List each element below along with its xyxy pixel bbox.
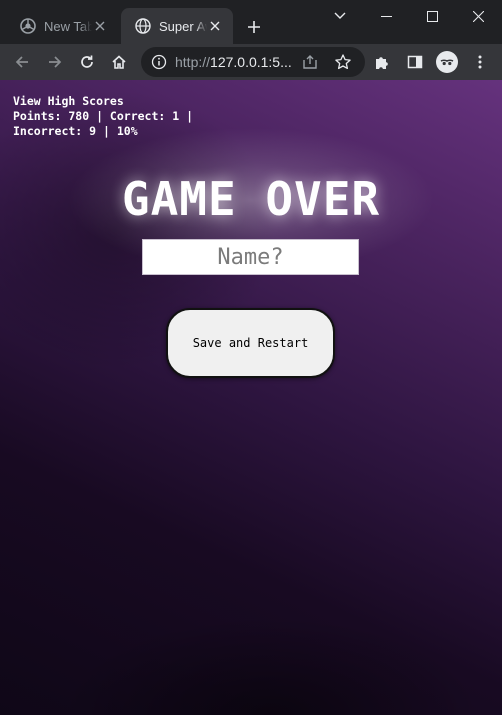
- info-icon[interactable]: [151, 54, 167, 70]
- save-and-restart-button[interactable]: Save and Restart: [166, 308, 335, 378]
- side-panel-icon: [407, 55, 423, 69]
- home-icon: [112, 55, 126, 69]
- browser-toolbar: http://127.0.0.1:5...: [0, 44, 502, 80]
- close-icon: [472, 10, 484, 22]
- game-over-title: GAME OVER: [121, 172, 381, 226]
- tab-super-aw[interactable]: Super Aw: [121, 8, 233, 44]
- url-scheme: http://: [175, 54, 211, 70]
- extensions-button[interactable]: [370, 50, 394, 74]
- address-bar[interactable]: http://127.0.0.1:5...: [141, 47, 365, 77]
- tab-strip: New Tab Super Aw: [0, 0, 502, 44]
- side-panel-button[interactable]: [403, 50, 427, 74]
- maximize-button[interactable]: [409, 0, 455, 32]
- forward-button[interactable]: [43, 50, 67, 74]
- tab-search-button[interactable]: [317, 0, 363, 32]
- close-window-button[interactable]: [455, 0, 501, 32]
- url-text[interactable]: http://127.0.0.1:5...: [175, 54, 291, 72]
- puzzle-icon: [376, 57, 388, 69]
- globe-icon: [135, 18, 151, 34]
- view-high-scores-link[interactable]: View High Scores: [13, 94, 193, 109]
- tab-title: Super Aw: [159, 18, 207, 34]
- minimize-icon: [380, 15, 392, 17]
- arrow-right-icon: [49, 56, 62, 68]
- close-tab-icon[interactable]: [207, 18, 223, 34]
- menu-button[interactable]: [468, 50, 492, 74]
- maximize-icon: [426, 10, 438, 22]
- profile-avatar[interactable]: [436, 51, 458, 73]
- plus-icon: [248, 21, 260, 33]
- home-button[interactable]: [107, 50, 131, 74]
- url-rest: :5...: [268, 54, 291, 70]
- name-input[interactable]: [142, 239, 359, 275]
- url-host: 127.0.0.1: [210, 54, 269, 70]
- new-tab-button[interactable]: [243, 16, 265, 38]
- tab-title: New Tab: [44, 18, 92, 34]
- minimize-button[interactable]: [363, 0, 409, 32]
- close-tab-icon[interactable]: [92, 18, 108, 34]
- game-page: View High Scores Points: 780 | Correct: …: [0, 80, 502, 715]
- incognito-face-icon: [440, 59, 454, 66]
- arrow-left-icon: [15, 56, 28, 68]
- reload-button[interactable]: [75, 50, 99, 74]
- chrome-icon: [20, 18, 36, 34]
- reload-icon: [81, 55, 93, 68]
- bookmark-star-icon[interactable]: [334, 53, 352, 71]
- stats-line-1: Points: 780 | Correct: 1 |: [13, 109, 194, 123]
- chevron-down-icon: [334, 12, 346, 19]
- share-icon[interactable]: [301, 53, 319, 71]
- kebab-menu-icon: [478, 55, 482, 69]
- tab-new-tab[interactable]: New Tab: [6, 8, 118, 44]
- back-button[interactable]: [10, 50, 34, 74]
